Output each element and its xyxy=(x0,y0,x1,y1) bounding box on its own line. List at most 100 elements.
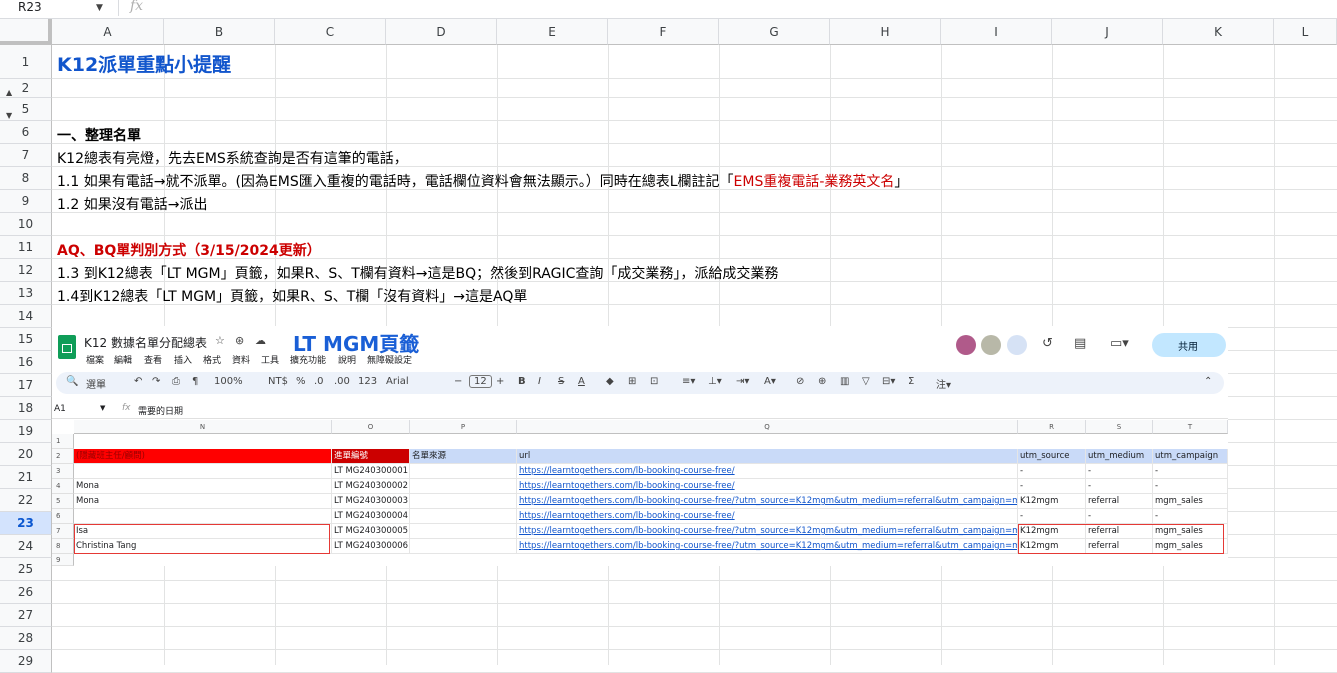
row-number: 16 xyxy=(17,355,34,369)
highlight-box xyxy=(74,524,330,554)
embedded-cell xyxy=(410,479,517,494)
grid-hline xyxy=(52,97,1337,98)
row-header-29[interactable]: 29 xyxy=(0,650,52,673)
embedded-header-cell: utm_campaign xyxy=(1153,449,1228,464)
row-header-24[interactable]: 24 xyxy=(0,535,52,558)
row-header-27[interactable]: 27 xyxy=(0,604,52,627)
embedded-cell: LT MG240300005 xyxy=(332,524,410,539)
functions-icon: Σ xyxy=(908,376,915,387)
collapse-icon: ⌃ xyxy=(1204,376,1213,387)
row-header-9[interactable]: 9 xyxy=(0,190,52,213)
chevron-down-icon: ▼ xyxy=(100,404,106,412)
search-icon: 🔍 xyxy=(66,376,79,387)
row-header-17[interactable]: 17 xyxy=(0,374,52,397)
rotate-icon: A▾ xyxy=(764,376,776,387)
column-header-j[interactable]: J xyxy=(1052,19,1163,45)
move-icon: ⊛ xyxy=(235,334,245,347)
history-icon: ↺ xyxy=(1042,336,1053,351)
embedded-row-header: 1 xyxy=(52,434,74,449)
cell-a11[interactable]: AQ、BQ單判別方式（3/15/2024更新） xyxy=(57,240,321,260)
embedded-cell: - xyxy=(1018,479,1086,494)
column-header-h[interactable]: H xyxy=(830,19,941,45)
row-header-22[interactable]: 22 xyxy=(0,489,52,512)
row-header-14[interactable]: 14 xyxy=(0,305,52,328)
row-number: 10 xyxy=(17,217,34,231)
cell-a12[interactable]: 1.3 到K12總表「LT MGM」頁籤，如果R、S、T欄有資料→這是BQ；然後… xyxy=(57,263,778,283)
embedded-row-header: 6 xyxy=(52,509,74,524)
column-header-b[interactable]: B xyxy=(164,19,275,45)
column-header-k[interactable]: K xyxy=(1163,19,1274,45)
embedded-url-cell: https://learntogethers.com/lb-booking-co… xyxy=(517,539,1018,554)
row-header-7[interactable]: 7 xyxy=(0,144,52,167)
row-header-11[interactable]: 11 xyxy=(0,236,52,259)
column-header-g[interactable]: G xyxy=(719,19,830,45)
row-header-5[interactable]: 5 ▼ xyxy=(0,98,52,121)
column-header-c[interactable]: C xyxy=(275,19,386,45)
embedded-column-header: O xyxy=(332,420,410,434)
row-header-23[interactable]: 23 xyxy=(0,512,52,535)
embedded-screenshot[interactable]: K12 數據名單分配總表 ☆ ⊛ ☁ LT MGM頁籤 檔案 編輯 查看 插入 格式 資料… xyxy=(52,326,1228,566)
embedded-cell xyxy=(410,509,517,524)
select-all-corner[interactable] xyxy=(0,19,52,45)
row-number: 19 xyxy=(17,424,34,438)
row-header-28[interactable]: 28 xyxy=(0,627,52,650)
cell-a13[interactable]: 1.4到K12總表「LT MGM」頁籤，如果R、S、T欄「沒有資料」→這是AQ單 xyxy=(57,286,527,306)
row-number: 7 xyxy=(21,148,30,162)
row-header-18[interactable]: 18 xyxy=(0,397,52,420)
column-header-i[interactable]: I xyxy=(941,19,1052,45)
cell-a1-title[interactable]: K12派單重點小提醒 xyxy=(57,50,231,77)
cell-a8[interactable]: 1.1 如果有電話→就不派單。(因為EMS匯入重複的電話時，電話欄位資料會無法顯… xyxy=(57,171,908,191)
name-box[interactable]: R23 ▼ xyxy=(0,0,112,18)
grid-vline xyxy=(1274,45,1275,665)
cell-a7[interactable]: K12總表有亮燈，先去EMS系統查詢是否有這筆的電話， xyxy=(57,148,408,168)
grid-hline xyxy=(52,212,1337,213)
column-header-d[interactable]: D xyxy=(386,19,497,45)
row-header-19[interactable]: 19 xyxy=(0,420,52,443)
row-header-26[interactable]: 26 xyxy=(0,581,52,604)
column-header-f[interactable]: F xyxy=(608,19,719,45)
row-header-10[interactable]: 10 xyxy=(0,213,52,236)
avatar xyxy=(956,335,976,355)
share-label: 共用 xyxy=(1178,342,1198,353)
column-header-a[interactable]: A xyxy=(52,19,164,45)
row-header-13[interactable]: 13 xyxy=(0,282,52,305)
row-header-15[interactable]: 15 xyxy=(0,328,52,351)
row-header-16[interactable]: 16 xyxy=(0,351,52,374)
row-header-25[interactable]: 25 xyxy=(0,558,52,581)
borders-icon: ⊞ xyxy=(628,376,637,387)
embedded-url-cell: https://learntogethers.com/lb-booking-co… xyxy=(517,524,1018,539)
row-header-21[interactable]: 21 xyxy=(0,466,52,489)
row-header-12[interactable]: 12 xyxy=(0,259,52,282)
cell-a6[interactable]: 一、整理名單 xyxy=(57,125,141,145)
row-number: 12 xyxy=(17,263,34,277)
embedded-cell xyxy=(74,464,332,479)
embedded-header-cell: 進單編號 xyxy=(332,449,410,464)
column-header-l[interactable]: L xyxy=(1274,19,1337,45)
embedded-cell: LT MG240300001 xyxy=(332,464,410,479)
menu-item: 擴充功能 xyxy=(290,356,327,366)
text-color-icon: A xyxy=(578,376,585,387)
column-header-e[interactable]: E xyxy=(497,19,608,45)
embedded-cell: LT MG240300006 xyxy=(332,539,410,554)
row-number: 29 xyxy=(17,654,34,668)
row-header-8[interactable]: 8 xyxy=(0,167,52,190)
embedded-cell xyxy=(410,524,517,539)
align-icon: ≡▾ xyxy=(682,376,696,387)
row-header-6[interactable]: 6 xyxy=(0,121,52,144)
embedded-url-cell: https://learntogethers.com/lb-booking-co… xyxy=(517,494,1018,509)
menu-item: 編輯 xyxy=(114,356,133,366)
cell-a9[interactable]: 1.2 如果沒有電話→派出 xyxy=(57,194,207,214)
embedded-url-cell: https://learntogethers.com/lb-booking-co… xyxy=(517,464,1018,479)
grid-hline xyxy=(52,78,1337,79)
embedded-cell: - xyxy=(1018,509,1086,524)
embedded-column-header: Q xyxy=(517,420,1018,434)
row-header-1[interactable]: 1 xyxy=(0,45,52,79)
grid-hline xyxy=(52,626,1337,627)
grid-hline xyxy=(52,120,1337,121)
embedded-cell xyxy=(410,539,517,554)
row-header-20[interactable]: 20 xyxy=(0,443,52,466)
row-header-2[interactable]: 2 ▲ xyxy=(0,79,52,98)
row-number: 2 xyxy=(21,81,30,95)
chevron-down-icon[interactable]: ▼ xyxy=(96,1,103,15)
row-number: 26 xyxy=(17,585,34,599)
